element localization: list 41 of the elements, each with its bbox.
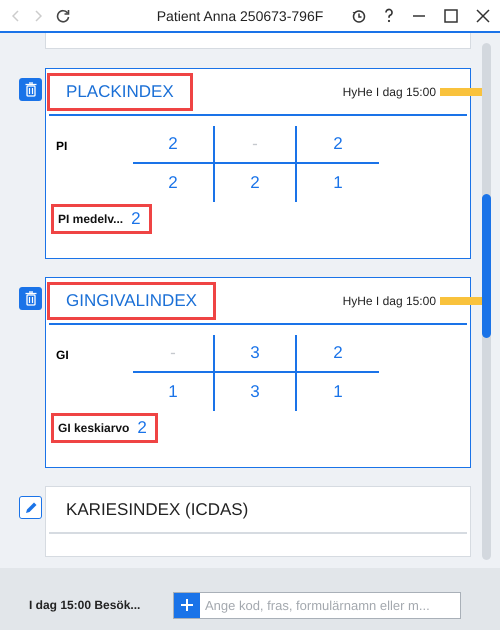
score-cell[interactable]: 2: [297, 335, 379, 373]
signature-text: HyHe I dag 15:00: [342, 84, 436, 98]
score-cell[interactable]: 2: [215, 164, 297, 202]
flag-marker: [440, 88, 482, 96]
card-title: KARIESINDEX (ICDAS): [65, 498, 250, 520]
score-cell[interactable]: 1: [297, 164, 379, 202]
flag-marker: [440, 296, 482, 304]
score-cell[interactable]: 2: [133, 164, 215, 202]
trash-icon: [24, 82, 36, 97]
edit-button[interactable]: [19, 496, 42, 519]
scrollbar-track[interactable]: [482, 43, 491, 560]
average-label: PI medelv...: [58, 212, 124, 226]
average-value: 2: [131, 209, 141, 229]
score-cell[interactable]: 2: [297, 126, 379, 164]
close-icon[interactable]: [476, 8, 490, 22]
score-cell[interactable]: 2: [133, 126, 215, 164]
window-title: Patient Anna 250673-796F: [156, 8, 324, 24]
row-label: PI: [55, 138, 68, 153]
delete-button[interactable]: [19, 287, 42, 310]
search-field[interactable]: Ange kod, fras, formulärnamn eller m...: [173, 592, 461, 618]
pencil-icon: [24, 500, 38, 514]
score-cell[interactable]: 1: [297, 373, 379, 411]
score-cell[interactable]: 1: [133, 373, 215, 411]
average-label: GI keskiarvo: [58, 421, 130, 435]
card-title: GINGIVALINDEX: [47, 282, 216, 320]
row-label: GI: [55, 347, 70, 362]
delete-button[interactable]: [19, 78, 42, 101]
scrollbar-thumb[interactable]: [482, 194, 491, 338]
score-cell[interactable]: 3: [215, 335, 297, 373]
trash-icon: [24, 291, 36, 306]
add-button[interactable]: [174, 592, 200, 618]
score-cell[interactable]: 3: [215, 373, 297, 411]
average-value: 2: [137, 418, 147, 438]
signature-text: HyHe I dag 15:00: [342, 294, 436, 308]
refresh-icon[interactable]: [56, 8, 70, 22]
plus-icon: [181, 599, 193, 611]
history-icon[interactable]: [352, 8, 366, 22]
visit-label: I dag 15:00 Besök...: [29, 598, 142, 612]
card-title: PLACKINDEX: [47, 72, 193, 110]
help-icon[interactable]: [384, 8, 394, 23]
maximize-icon[interactable]: [444, 8, 458, 22]
